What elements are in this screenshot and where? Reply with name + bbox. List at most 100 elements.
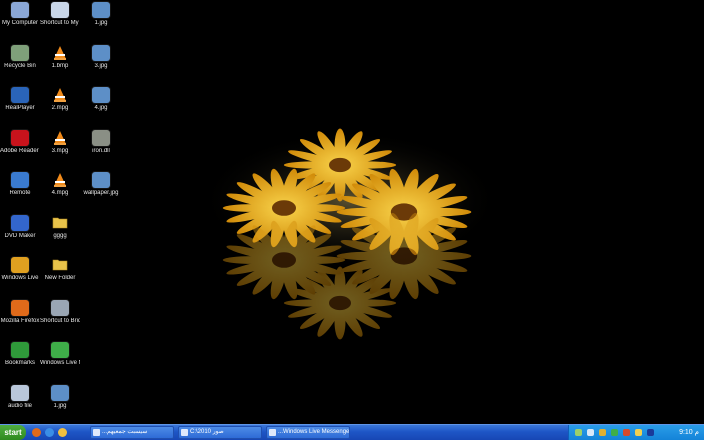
taskbar-window-button[interactable]: ...Windows Live Messenger [266,426,350,439]
outlook-icon[interactable] [58,428,67,437]
desktop-icon-label: Shortcut to My Documents [40,20,80,26]
vlc-icon [51,45,69,61]
desktop-icon-label: Adobe Reader 9 [0,147,40,154]
desktop-icon-label: Mozilla Firefox [0,317,40,324]
network-icon[interactable] [575,429,582,436]
taskbar-window-button[interactable]: C:\2010 صور [178,426,262,439]
desktop-icon-label: RealPlayer [5,105,35,111]
desktop-icon-label: My Computer [1,20,38,26]
messenger-icon[interactable] [611,429,618,436]
desktop-icon[interactable]: 4.jpg [81,87,121,112]
desktop-icon-label: 2.mpg [51,105,69,111]
audio-file-icon [11,384,29,401]
update-icon[interactable] [635,429,642,436]
desktop-icon-label: DVD Maker [4,232,36,239]
desktop-icon[interactable]: New Folder [40,257,80,282]
image-file-icon [92,44,110,61]
desktop-icon[interactable]: audio file [0,384,40,410]
desktop-icon-label: Bookmarks [4,360,35,366]
desktop-icon-label: New Folder [44,275,76,281]
adobe-reader-icon [11,129,29,146]
desktop-icon[interactable]: Bookmarks [0,342,40,367]
flower-center [329,157,351,173]
desktop-icon[interactable]: Remote [0,172,40,197]
security-icon[interactable] [623,429,630,436]
flower-center [272,200,296,216]
desktop-icon[interactable]: wallpaper.jpg [81,172,121,197]
folder-icon [51,257,69,273]
firefox-icon[interactable] [32,428,41,437]
vlc-icon [51,130,69,146]
desktop-icon-label: 1.bmp [51,62,69,69]
desktop-icon[interactable]: Windows Live Messenger [40,342,80,367]
desktop-icon-label: gggg [53,232,67,239]
image-file-icon [92,172,110,188]
desktop-icon[interactable]: 1.jpg [40,384,80,410]
dvd-maker-icon [11,214,29,231]
dll-file-icon [92,129,110,146]
shortcut-icon [51,299,69,316]
image-file-icon [51,384,69,401]
documents-icon [51,2,69,18]
desktop-icon-label: wallpaper.jpg [83,190,119,196]
windows-live-icon [11,257,29,273]
desktop-icon[interactable]: Mozilla Firefox [0,299,40,325]
flower-center [329,295,351,311]
desktop-icon[interactable]: DVD Maker [0,214,40,240]
recycle-bin-icon [11,44,29,61]
desktop-icon-label: Windows Live Messenger [40,360,80,366]
desktop-icon[interactable]: gggg [40,215,80,240]
desktop-icon[interactable]: Windows Live [0,257,40,282]
folder-window-icon [181,429,188,436]
desktop-icon-label: Remote [9,190,31,196]
desktop-icon[interactable]: 4.mpg [40,172,80,197]
desktop-icon-label: Windows Live [1,275,39,281]
taskbar-window-label: ...سيسبت جمعيهم [102,429,148,435]
taskbar: start ...سيسبت جمعيهم C:\2010 صور ...Windo… [0,424,704,440]
desktop-icon-label: audio file [7,402,33,409]
vlc-icon [51,87,69,103]
clock[interactable]: 9:10 م [679,425,699,440]
taskbar-window-button[interactable]: ...سيسبت جمعيهم [90,426,174,439]
flower-center [272,252,296,268]
vlc-icon [51,172,69,188]
desktop-icon-label: 3.jpg [94,62,108,69]
flower-center [390,247,418,265]
desktop-icon[interactable]: 3.jpg [81,44,121,70]
desktop-icon-label: Recycle Bin [4,62,36,69]
desktop-icon[interactable]: My Computer [0,2,40,27]
desktop-icon[interactable]: 1.bmp [40,45,80,70]
messenger-icon [51,342,69,358]
window-icon [93,429,100,436]
image-file-icon [92,2,110,18]
image-file-icon [92,87,110,103]
language-icon[interactable] [647,429,654,436]
system-tray: 9:10 م [568,425,704,440]
desktop-icon[interactable]: Shortcut to Bridge [40,299,80,325]
computer-icon [11,2,29,18]
desktop-icon[interactable]: Shortcut to My Documents [40,2,80,27]
desktop-icon[interactable]: Adobe Reader 9 [0,129,40,155]
desktop-icon-label: 1.jpg [53,402,67,409]
desktop-icon[interactable]: RealPlayer [0,87,40,112]
desktop-icon[interactable]: Recycle Bin [0,44,40,70]
desktop-icon[interactable]: 3.mpg [40,130,80,155]
desktop-icon-label: 4.jpg [94,105,108,111]
internet-explorer-icon[interactable] [45,428,54,437]
desktop-icon[interactable]: 2.mpg [40,87,80,112]
firefox-icon [11,299,29,316]
start-button[interactable]: start [0,425,26,440]
volume-icon[interactable] [587,429,594,436]
desktop-icon[interactable]: 1.jpg [81,2,121,27]
bookmarks-icon [11,342,29,358]
folder-icon [51,215,69,231]
taskbar-window-label: C:\2010 صور [190,429,224,435]
desktop-icon-label: 4.mpg [51,190,69,196]
desktop-icon-label: Shortcut to Bridge [40,317,80,324]
desktop-icon[interactable]: iron.dll [81,129,121,155]
desktop-icon-label: 1.jpg [94,20,108,26]
desktop-icon-label: 3.mpg [51,147,69,154]
shield-icon[interactable] [599,429,606,436]
desktop-icon-label: iron.dll [92,147,110,154]
taskbar-window-label: ...Windows Live Messenger [278,429,350,435]
